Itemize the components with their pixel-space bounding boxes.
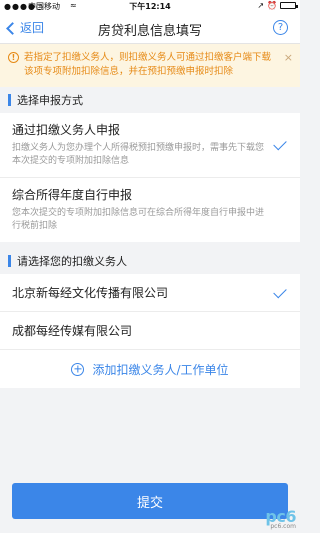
notice-text: 若指定了扣缴义务人，则扣缴义务人可通过扣缴客户端下载该项专项附加扣除信息，并在预…	[24, 52, 272, 77]
agent-list: 北京新每经文化传播有限公司 成都每经传媒有限公司 添加扣缴义务人/工作单位	[0, 274, 300, 388]
section-header-agent: 请选择您的扣缴义务人	[0, 248, 300, 274]
method-options: 通过扣缴义务人申报 扣缴义务人为您办理个人所得税预扣预缴申报时，需事先下载您本次…	[0, 113, 300, 242]
alarm-icon: ⏰	[267, 1, 277, 10]
option-agent-declare[interactable]: 通过扣缴义务人申报 扣缴义务人为您办理个人所得税预扣预缴申报时，需事先下载您本次…	[0, 113, 300, 178]
option-title: 综合所得年度自行申报	[12, 188, 133, 202]
help-icon[interactable]: ?	[273, 20, 288, 35]
submit-button[interactable]: 提交	[12, 483, 288, 519]
clock: 下午12:14	[129, 2, 171, 11]
add-agent-button[interactable]: 添加扣缴义务人/工作单位	[0, 350, 300, 388]
watermark-logo: pc6 pc6.com	[265, 507, 296, 530]
battery-icon	[280, 2, 298, 9]
checkmark-icon	[273, 136, 287, 151]
option-title: 通过扣缴义务人申报	[12, 123, 121, 137]
nav-bar: 返回 房贷利息信息填写 ?	[0, 12, 300, 44]
option-self-declare[interactable]: 综合所得年度自行申报 您本次提交的专项附加扣除信息可在综合所得年度自行申报中进行…	[0, 178, 300, 242]
agent-name: 成都每经传媒有限公司	[12, 324, 133, 338]
section-header-method: 选择申报方式	[0, 87, 300, 113]
status-right: ↗ ⏰	[257, 1, 298, 10]
checkmark-icon	[273, 284, 287, 298]
page-title: 房贷利息信息填写	[97, 24, 202, 39]
warning-icon: !	[8, 52, 19, 63]
location-icon: ↗	[257, 1, 265, 10]
section-accent-bar	[8, 94, 11, 106]
plus-circle-icon	[71, 362, 85, 376]
section-title: 选择申报方式	[17, 94, 83, 107]
option-desc: 扣缴义务人为您办理个人所得税预扣预缴申报时，需事先下载您本次提交的专项附加扣除信…	[12, 143, 265, 166]
section-title: 请选择您的扣缴义务人	[17, 255, 127, 268]
close-icon[interactable]: ×	[284, 51, 293, 65]
add-agent-label: 添加扣缴义务人/工作单位	[92, 362, 229, 377]
agent-item[interactable]: 北京新每经文化传播有限公司	[0, 274, 300, 312]
agent-item[interactable]: 成都每经传媒有限公司	[0, 312, 300, 350]
status-bar: ●●●●○ 中国移动 ≈ 下午12:14 ↗ ⏰	[0, 0, 300, 12]
notice-banner: ! 若指定了扣缴义务人，则扣缴义务人可通过扣缴客户端下载该项专项附加扣除信息，并…	[0, 44, 300, 87]
section-accent-bar	[8, 255, 11, 267]
option-desc: 您本次提交的专项附加扣除信息可在综合所得年度自行申报中进行税前扣除	[12, 208, 265, 231]
agent-name: 北京新每经文化传播有限公司	[12, 286, 169, 300]
submit-area: 提交	[0, 469, 300, 533]
watermark-sub: pc6.com	[270, 523, 296, 530]
